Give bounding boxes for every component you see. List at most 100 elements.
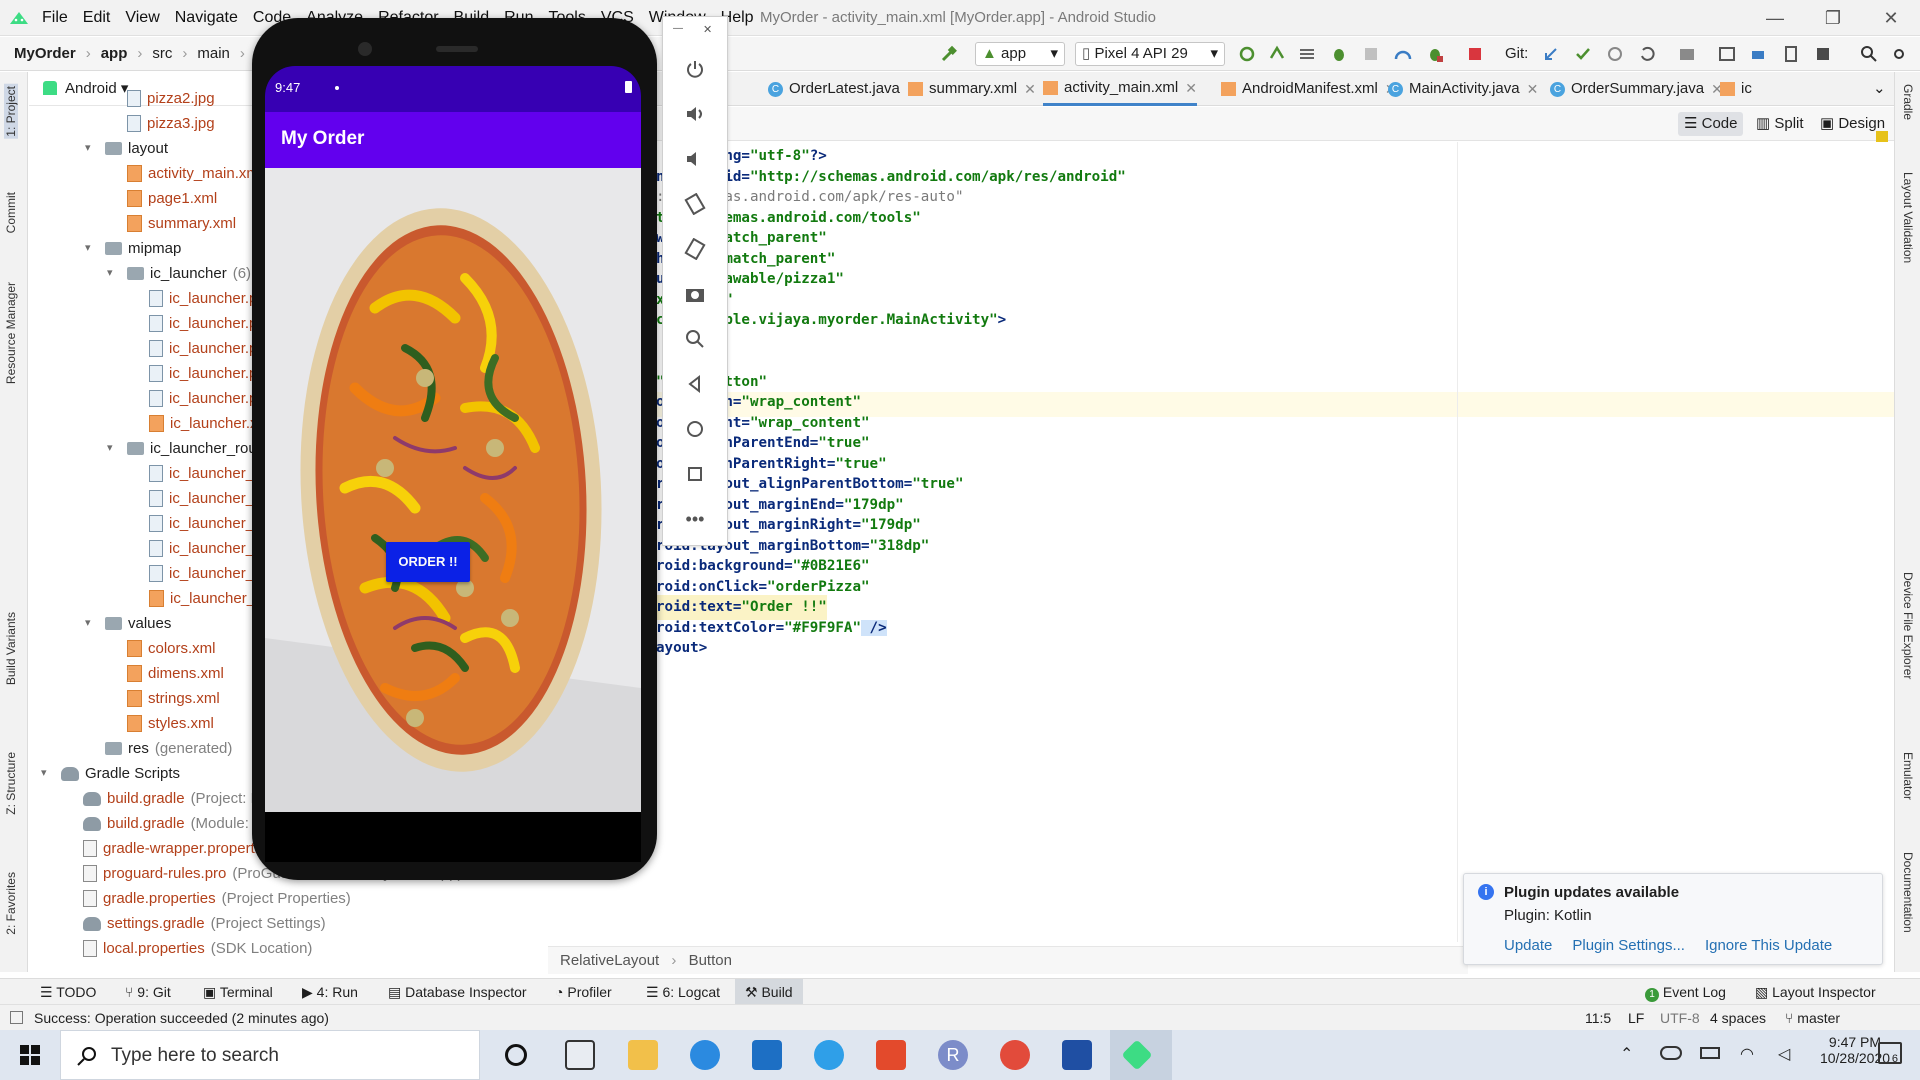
device-manager-icon[interactable] (1782, 45, 1800, 63)
office-icon[interactable] (876, 1040, 906, 1070)
crumb-main[interactable]: main (197, 37, 230, 71)
debug-icon[interactable] (1330, 45, 1348, 63)
git-history-icon[interactable] (1606, 45, 1624, 63)
maximize-button[interactable]: ❐ (1804, 0, 1862, 36)
build-hammer-icon[interactable] (940, 45, 958, 63)
expand-arrow-icon[interactable]: ▾ (85, 611, 99, 636)
phone-screen[interactable]: 9:47 My Order ORDER !! (265, 66, 641, 812)
tree-file[interactable]: colors.xml (107, 636, 222, 661)
zoom-icon[interactable] (681, 325, 709, 353)
git-commit-icon[interactable] (1574, 45, 1592, 63)
update-link[interactable]: Update (1504, 937, 1552, 954)
volume-up-icon[interactable] (681, 100, 709, 128)
mode-split-button[interactable]: ▥ Split (1756, 112, 1804, 136)
editor-tab[interactable]: C OrderSummary.java ✕ (1550, 72, 1723, 106)
windows-start-icon[interactable] (20, 1045, 40, 1065)
tool-build-variants[interactable]: Build Variants (4, 612, 18, 685)
taskbar-search-box[interactable]: Type here to search (60, 1030, 480, 1080)
sync-gradle-icon[interactable] (1750, 45, 1768, 63)
tool-database-inspector[interactable]: ▤ Database Inspector (388, 979, 527, 1005)
edge-icon[interactable] (814, 1040, 844, 1070)
editor-tab[interactable]: activity_main.xml ✕ (1043, 72, 1197, 106)
tool-gradle[interactable]: Gradle (1901, 84, 1915, 120)
power-icon[interactable] (681, 55, 709, 83)
tool-run[interactable]: ▶ 4: Run (302, 979, 358, 1005)
emulator-close-button[interactable]: ✕ (703, 23, 712, 36)
tree-file[interactable]: local.properties (SDK Location) (63, 936, 312, 961)
git-update-icon[interactable] (1542, 45, 1560, 63)
tree-file[interactable]: ▾ Gradle Scripts (41, 761, 186, 786)
crumb-project[interactable]: MyOrder (14, 37, 76, 71)
screenshot-camera-icon[interactable] (681, 280, 709, 308)
avd-manager-icon[interactable] (1718, 45, 1736, 63)
r-app-icon[interactable]: R (938, 1040, 968, 1070)
tree-file[interactable]: settings.gradle (Project Settings) (63, 911, 326, 936)
task-view-icon[interactable] (565, 1040, 595, 1070)
tool-build[interactable]: ⚒ Build (735, 979, 803, 1005)
editor-tab[interactable]: AndroidManifest.xml✕ (1221, 72, 1397, 106)
overview-icon[interactable] (681, 460, 709, 488)
close-tab-icon[interactable]: ✕ (1185, 71, 1197, 105)
wifi-icon[interactable]: ◠ (1740, 1044, 1754, 1064)
apply-code-changes-icon[interactable] (1268, 45, 1286, 63)
menu-navigate[interactable]: Navigate (175, 9, 238, 27)
close-tab-icon[interactable]: ✕ (1527, 72, 1539, 106)
indent-setting[interactable]: 4 spaces (1710, 1005, 1766, 1031)
git-branch[interactable]: ⑂ master (1785, 1005, 1840, 1031)
home-icon[interactable] (681, 415, 709, 443)
tree-file[interactable]: strings.xml (107, 686, 226, 711)
tool-todo[interactable]: ☰ TODO (40, 979, 96, 1005)
tool-layout-inspector[interactable]: ▧ Layout Inspector (1755, 979, 1876, 1005)
caret-position[interactable]: 11:5 (1585, 1005, 1611, 1031)
order-button[interactable]: ORDER !! (386, 542, 470, 582)
tree-folder[interactable]: ▾ ic_launcher (6) (107, 261, 251, 286)
search-icon[interactable] (1860, 45, 1878, 63)
tree-folder[interactable]: res (generated) (85, 736, 232, 761)
tree-file[interactable]: page1.xml (107, 186, 223, 211)
editor-tab[interactable]: ic (1720, 72, 1752, 106)
tool-project[interactable]: 1: Project (4, 84, 18, 139)
breadcrumb-button[interactable]: Button (689, 952, 732, 969)
volume-down-icon[interactable] (681, 145, 709, 173)
outlook-icon[interactable] (752, 1040, 782, 1070)
crumb-src[interactable]: src (152, 37, 172, 71)
notification-center-icon[interactable]: 6 (1878, 1042, 1902, 1065)
tool-event-log[interactable]: 1 Event Log (1645, 979, 1726, 1005)
tool-favorites[interactable]: 2: Favorites (4, 872, 18, 935)
expand-arrow-icon[interactable]: ▾ (107, 261, 121, 286)
ignore-update-link[interactable]: Ignore This Update (1705, 937, 1832, 954)
crumb-module[interactable]: app (101, 37, 128, 71)
settings-gear-icon[interactable] (1890, 45, 1908, 63)
tool-layout-validation[interactable]: Layout Validation (1901, 172, 1915, 263)
coverage-icon[interactable] (1362, 45, 1380, 63)
tree-folder[interactable]: ▾ mipmap (85, 236, 187, 261)
file-encoding[interactable]: UTF-8 (1660, 1005, 1700, 1031)
tree-file[interactable]: dimens.xml (107, 661, 230, 686)
run-icon[interactable] (1298, 45, 1316, 63)
expand-arrow-icon[interactable]: ▾ (41, 761, 55, 786)
mode-code-button[interactable]: ☰ Code (1678, 112, 1744, 136)
line-separator[interactable]: LF (1628, 1005, 1644, 1031)
word-icon[interactable] (1062, 1040, 1092, 1070)
menu-edit[interactable]: Edit (83, 9, 111, 27)
cortana-icon[interactable] (505, 1044, 527, 1066)
menu-file[interactable]: File (42, 9, 68, 27)
profile-icon[interactable] (1394, 45, 1412, 63)
code-editor[interactable]: encoding="utf-8"?>ns:android="http://sch… (648, 142, 1894, 942)
tree-file[interactable]: summary.xml (107, 211, 242, 236)
tree-file[interactable]: styles.xml (107, 711, 220, 736)
device-select[interactable]: ▯ Pixel 4 API 29 ▾ (1075, 42, 1225, 66)
editor-tab[interactable]: summary.xml ✕ (908, 72, 1036, 106)
tool-commit[interactable]: Commit (4, 192, 18, 233)
minimize-button[interactable]: — (1746, 0, 1804, 36)
tree-file[interactable]: activity_main.xml (107, 161, 268, 186)
attach-debugger-icon[interactable] (1426, 45, 1444, 63)
tree-file[interactable]: pizza3.jpg (107, 111, 221, 136)
apply-changes-icon[interactable] (1238, 45, 1256, 63)
tabs-overflow-chevron-icon[interactable]: ⌄ (1873, 72, 1886, 106)
sdk-manager-icon[interactable] (1814, 45, 1832, 63)
tool-resource-manager[interactable]: Resource Manager (4, 282, 18, 384)
git-rollback-icon[interactable] (1638, 45, 1656, 63)
emulator-minimize-button[interactable]: — (673, 23, 683, 34)
tool-device-file-explorer[interactable]: Device File Explorer (1901, 572, 1915, 679)
